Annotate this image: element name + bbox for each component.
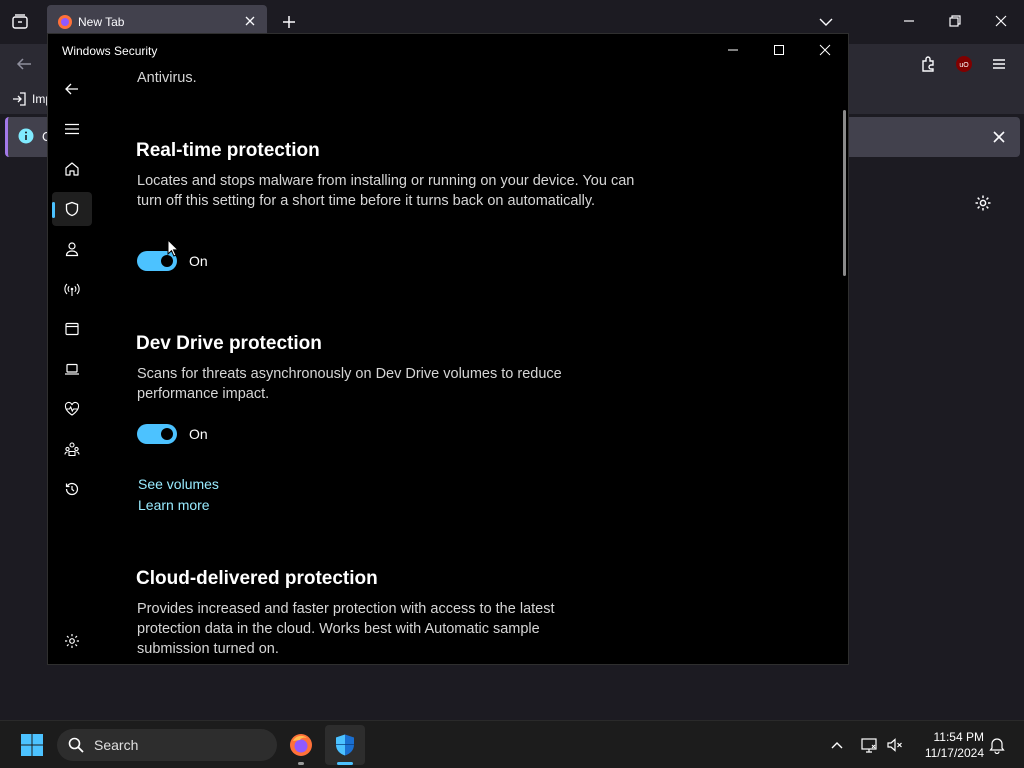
- dev-drive-protection-description: Scans for threats asynchronously on Dev …: [137, 366, 562, 402]
- nav-family-options[interactable]: [52, 432, 92, 466]
- app-menu-icon[interactable]: [991, 56, 1007, 72]
- nav-protection-history[interactable]: [52, 472, 92, 506]
- home-icon: [65, 162, 79, 176]
- active-nav-indicator: [52, 202, 55, 218]
- taskbar-search[interactable]: Search: [57, 729, 277, 761]
- clock-date: 11/17/2024: [924, 746, 984, 760]
- svg-text:uO: uO: [959, 62, 969, 69]
- realtime-protection-toggle-label: On: [189, 253, 208, 269]
- realtime-protection-description: Locates and stops malware from installin…: [137, 173, 635, 209]
- settings-icon: [65, 634, 79, 648]
- learn-more-link[interactable]: Learn more: [138, 497, 210, 513]
- browser-minimize-icon[interactable]: [902, 14, 916, 28]
- start-button[interactable]: [12, 725, 52, 765]
- ublock-icon[interactable]: uO: [955, 55, 973, 73]
- newtab-settings-icon[interactable]: [974, 194, 992, 212]
- active-indicator: [337, 762, 353, 765]
- back-icon: [65, 83, 78, 95]
- windows-logo-icon: [21, 734, 43, 756]
- menu-button[interactable]: [52, 112, 92, 146]
- family-icon: [64, 442, 80, 457]
- main-content: Antivirus. Real-time protection Locates …: [136, 34, 836, 664]
- nav-device-health[interactable]: [52, 392, 92, 426]
- content-scrollbar[interactable]: [843, 110, 846, 276]
- realtime-protection-heading: Real-time protection: [136, 140, 320, 161]
- new-tab-icon[interactable]: [281, 14, 297, 30]
- back-button[interactable]: [52, 72, 92, 106]
- windows-security-window: Windows Security Antivirus. Real-time pr…: [47, 33, 849, 665]
- intro-text: Antivirus.: [137, 70, 197, 86]
- device-security-icon: [65, 363, 79, 375]
- show-hidden-icons-icon[interactable]: [830, 738, 844, 752]
- cloud-protection-heading: Cloud-delivered protection: [136, 568, 378, 589]
- extensions-icon[interactable]: [919, 55, 937, 73]
- close-tab-icon[interactable]: [243, 14, 257, 28]
- account-icon: [65, 242, 79, 257]
- dev-drive-protection-toggle-label: On: [189, 426, 208, 442]
- taskbar-firefox[interactable]: [281, 725, 321, 765]
- browser-close-icon[interactable]: [994, 14, 1008, 28]
- firefox-icon: [290, 734, 312, 756]
- nav-virus-protection[interactable]: [52, 192, 92, 226]
- history-icon: [65, 482, 79, 496]
- search-placeholder: Search: [94, 737, 139, 753]
- system-clock[interactable]: 11:54 PM 11/17/2024: [912, 729, 984, 761]
- health-icon: [64, 401, 80, 416]
- nav-app-browser-control[interactable]: [52, 312, 92, 346]
- list-tabs-icon[interactable]: [818, 15, 834, 29]
- defender-shield-icon: [336, 734, 354, 756]
- running-indicator: [298, 762, 304, 765]
- close-notification-icon[interactable]: [991, 129, 1007, 145]
- nav-account-protection[interactable]: [52, 232, 92, 266]
- search-icon: [68, 737, 84, 753]
- cloud-protection-description: Provides increased and faster protection…: [137, 601, 555, 657]
- network-icon: [64, 283, 80, 296]
- nav-firewall-network[interactable]: [52, 272, 92, 306]
- dev-drive-protection-heading: Dev Drive protection: [136, 333, 322, 354]
- nav-settings[interactable]: [52, 624, 92, 658]
- info-icon: [18, 128, 34, 144]
- toggle-knob: [161, 428, 173, 440]
- display-icon[interactable]: [860, 736, 878, 754]
- taskbar: Search 11:54 PM 11/17/2024: [0, 720, 1024, 768]
- app-browser-icon: [65, 322, 79, 336]
- dev-drive-protection-toggle[interactable]: [137, 424, 177, 444]
- menu-icon: [65, 123, 79, 135]
- nav-device-security[interactable]: [52, 352, 92, 386]
- browser-restore-icon[interactable]: [948, 14, 962, 28]
- tab-overview-icon[interactable]: [10, 12, 30, 32]
- tab-title: New Tab: [78, 15, 125, 29]
- see-volumes-link[interactable]: See volumes: [138, 476, 219, 492]
- volume-muted-icon[interactable]: [886, 736, 904, 754]
- taskbar-windows-security[interactable]: [325, 725, 365, 765]
- import-icon: [12, 92, 26, 106]
- firefox-favicon-icon: [57, 14, 73, 30]
- shield-icon: [65, 201, 79, 217]
- nav-home[interactable]: [52, 152, 92, 186]
- mouse-cursor-icon: [167, 239, 179, 257]
- clock-time: 11:54 PM: [933, 730, 984, 744]
- notification-bell-icon[interactable]: [988, 736, 1006, 754]
- back-arrow-icon[interactable]: [15, 56, 33, 72]
